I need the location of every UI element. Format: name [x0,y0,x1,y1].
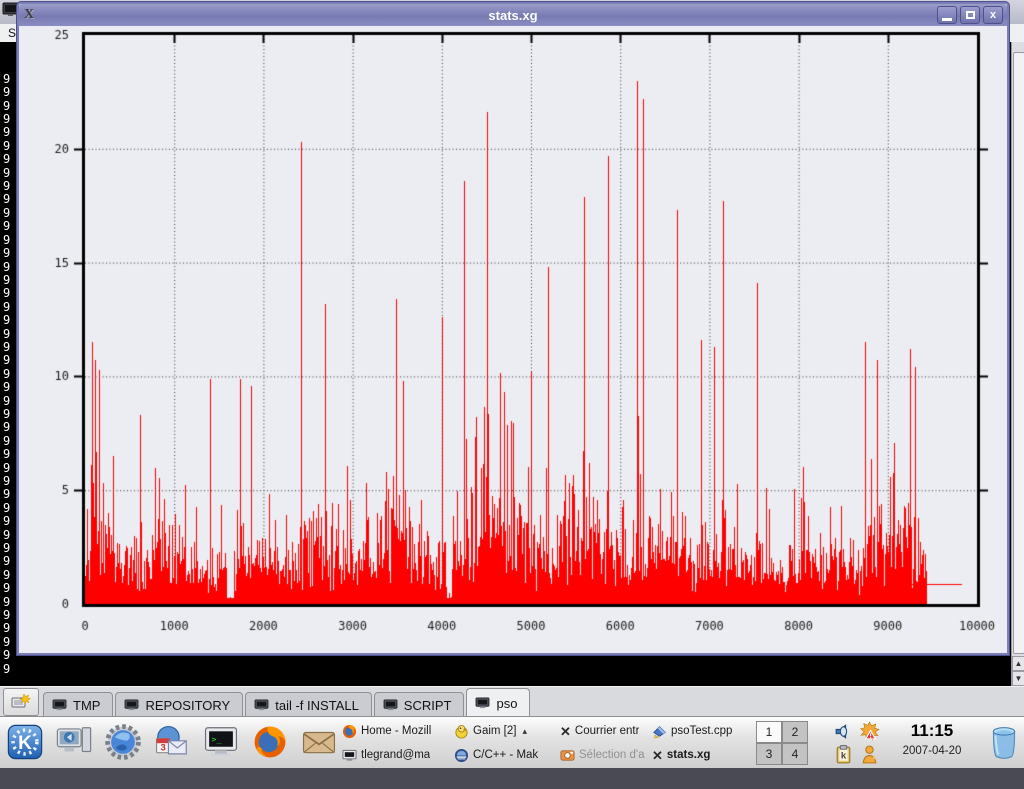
kmail-icon [300,723,338,761]
clock-date: 2007-04-20 [884,743,980,759]
konsole-tab-icon [475,697,490,709]
system-icon [55,723,93,761]
statsxg-window: stats.xg X x [17,2,1009,655]
trash-icon [988,725,1020,761]
konsole-tab-icon [124,699,139,711]
task-label: tlegrand@ma [361,749,430,761]
konsole-tabbar: TMP REPOSITORY tail -f INSTALL SCRIPT ps… [0,686,1024,717]
kmenu-icon: K [6,723,44,761]
minimize-button[interactable] [937,6,957,24]
task-firefox-home[interactable]: Home - Mozill [340,719,452,743]
tab-pso[interactable]: pso [466,688,530,717]
tab-tail-install[interactable]: tail -f INSTALL [245,692,372,717]
clock-time: 11:15 [884,719,980,743]
tab-label: SCRIPT [404,698,452,713]
kontact-button[interactable]: 3 [151,721,193,763]
alert-tray-icon[interactable] [856,720,882,743]
konsole-tab-icon [254,699,269,711]
task-label: stats.xg [667,749,710,761]
close-icon: x [990,10,996,21]
task-label: psoTest.cpp [671,725,732,737]
tab-label: REPOSITORY [145,698,230,713]
xgraph-plot [19,26,1007,653]
maximize-icon [966,11,975,19]
clock-applet[interactable]: 11:15 2007-04-20 [884,719,980,759]
konqueror-button[interactable] [102,721,144,763]
launcher-area: K 3 [4,721,340,763]
pager-desktop-1[interactable]: 1 [756,721,782,743]
tab-repository[interactable]: REPOSITORY [115,692,243,717]
scroll-up-button[interactable]: ▲ [1012,656,1024,671]
task-courrier[interactable]: ✕ Courrier entr [558,719,650,743]
xgraph-app-icon: X [24,7,34,23]
task-selection[interactable]: Sélection d'a [558,743,650,767]
tab-label: TMP [73,698,100,713]
firefox-button[interactable] [249,721,291,763]
task-eclipse[interactable]: C/C++ - Mak [452,743,558,767]
kde-panel: K 3 [0,716,1024,768]
close-button[interactable]: x [983,6,1003,24]
gaim-icon [454,724,469,739]
scroll-down-button[interactable]: ▼ [1012,671,1024,686]
klipper-tray-icon[interactable]: k [830,743,856,766]
x-application-icon: ✕ [652,749,663,762]
konqueror-icon [104,723,142,761]
svg-text:3: 3 [160,742,165,753]
pager-desktop-2[interactable]: 2 [782,721,808,743]
task-gaim[interactable]: Gaim [2] ▴ [452,719,558,743]
task-konsole-tlegrand[interactable]: tlegrand@ma [340,743,452,767]
konsole-tab-icon [383,699,398,711]
taskbar: Home - Mozill tlegrand@ma Gaim [2] ▴ C/C… [340,719,752,767]
window-title: stats.xg [19,8,1007,23]
tab-label: tail -f INSTALL [275,698,359,713]
konsole-icon [342,749,357,762]
statsxg-client [19,26,1007,653]
new-session-button[interactable] [3,688,39,716]
tab-script[interactable]: SCRIPT [374,692,465,717]
maximize-button[interactable] [960,6,980,24]
new-session-icon [11,693,31,711]
task-label: Home - Mozill [361,725,431,737]
trash-applet[interactable] [988,725,1020,766]
kmenu-button[interactable]: K [4,721,46,763]
kmail-button[interactable] [298,721,340,763]
scrollbar-thumb[interactable] [1013,52,1024,654]
svg-text:>_: >_ [212,734,222,744]
task-label: Gaim [2] [473,725,516,737]
eclipse-icon [454,748,469,763]
task-label: C/C++ - Mak [473,749,538,761]
pager-desktop-3[interactable]: 3 [756,743,782,765]
task-psotest[interactable]: psoTest.cpp [650,719,752,743]
system-button[interactable] [53,721,95,763]
x-application-icon: ✕ [560,725,571,738]
tab-tmp[interactable]: TMP [43,692,113,717]
firefox-icon [342,724,357,739]
task-label: Courrier entr [575,725,640,737]
konsole-icon: >_ [202,723,240,761]
task-label: Sélection d'a [579,749,645,761]
kmix-tray-icon[interactable] [830,720,856,743]
task-statsxg[interactable]: ✕ stats.xg [650,743,752,767]
system-tray: k [830,720,882,766]
source-file-icon [652,724,667,739]
svg-text:K: K [18,733,32,754]
statsxg-titlebar[interactable]: stats.xg X x [19,4,1007,26]
konsole-launcher-button[interactable]: >_ [200,721,242,763]
terminal-scrollbar[interactable]: ▲ ▼ [1011,42,1024,686]
taskbar-group-arrow[interactable]: ▴ [522,726,527,737]
minimize-icon [942,18,952,21]
kontact-icon: 3 [153,723,191,761]
menu-session[interactable]: S [8,26,16,40]
pager-desktop-4[interactable]: 4 [782,743,808,765]
firefox-icon [251,723,289,761]
person-tray-icon[interactable] [856,743,882,766]
konsole-tab-icon [52,699,67,711]
desktop-pager: 1 2 3 4 [756,721,808,765]
tab-label: pso [496,696,517,711]
svg-text:k: k [840,751,846,762]
ksnapshot-icon [560,748,575,763]
